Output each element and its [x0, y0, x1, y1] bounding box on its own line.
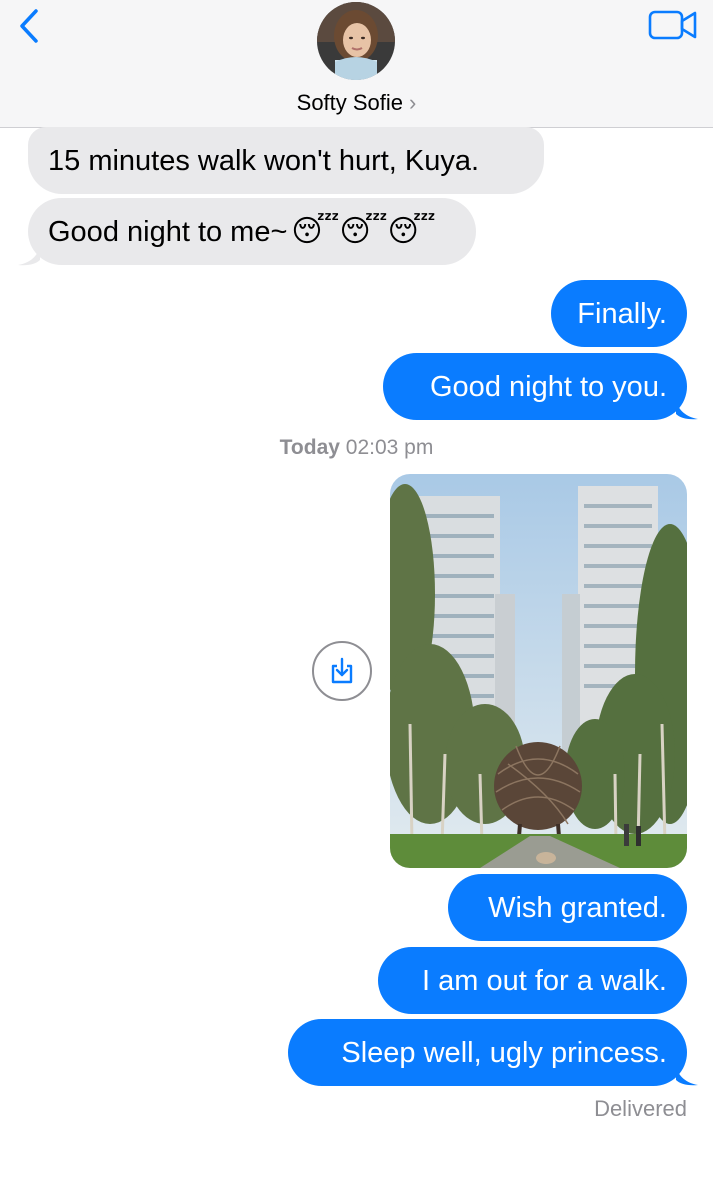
- outgoing-message-bubble[interactable]: Sleep well, ugly princess.: [288, 1019, 687, 1086]
- facetime-video-button[interactable]: [648, 8, 698, 42]
- delivery-status: Delivered: [594, 1096, 687, 1121]
- sleeping-face-emoji: 😴😴😴: [291, 213, 436, 249]
- contact-name-button[interactable]: Softy Sofie ›: [0, 90, 713, 116]
- outgoing-message-bubble[interactable]: Finally.: [551, 280, 687, 347]
- bubble-tail-icon: [18, 246, 40, 266]
- avatar-image: [317, 2, 395, 80]
- message-text: Good night to me~: [48, 215, 288, 248]
- video-camera-icon: [648, 10, 697, 40]
- message-text: I am out for a walk.: [422, 964, 667, 997]
- outgoing-message-bubble[interactable]: Wish granted.: [448, 874, 687, 941]
- message-timestamp: Today 02:03 pm: [0, 436, 713, 460]
- conversation-header: Softy Sofie ›: [0, 0, 713, 128]
- chevron-right-icon: ›: [409, 90, 417, 115]
- timestamp-day: Today: [279, 436, 340, 459]
- back-button[interactable]: [12, 6, 46, 46]
- message-text: Sleep well, ugly princess.: [341, 1036, 667, 1069]
- message-text: Good night to you.: [430, 370, 667, 403]
- incoming-message-bubble[interactable]: Good night to me~ 😴😴😴: [28, 198, 476, 265]
- timestamp-time: 02:03 pm: [345, 436, 434, 459]
- bubble-tail-icon: [676, 400, 698, 420]
- outgoing-message-bubble[interactable]: I am out for a walk.: [378, 947, 687, 1014]
- outgoing-message-bubble[interactable]: Good night to you.: [383, 353, 687, 420]
- park-photo: [390, 474, 687, 868]
- download-button[interactable]: [312, 641, 372, 701]
- avatar[interactable]: [317, 2, 395, 80]
- message-text: Wish granted.: [488, 891, 667, 924]
- chevron-left-icon: [20, 9, 38, 43]
- download-icon: [331, 657, 353, 684]
- photo-attachment[interactable]: [390, 474, 687, 868]
- bubble-tail-icon: [676, 1066, 698, 1086]
- incoming-message-bubble[interactable]: 15 minutes walk won't hurt, Kuya.: [28, 127, 544, 194]
- message-text: 15 minutes walk won't hurt, Kuya.: [48, 144, 480, 177]
- contact-name: Softy Sofie: [296, 90, 404, 115]
- message-text: Finally.: [577, 297, 667, 330]
